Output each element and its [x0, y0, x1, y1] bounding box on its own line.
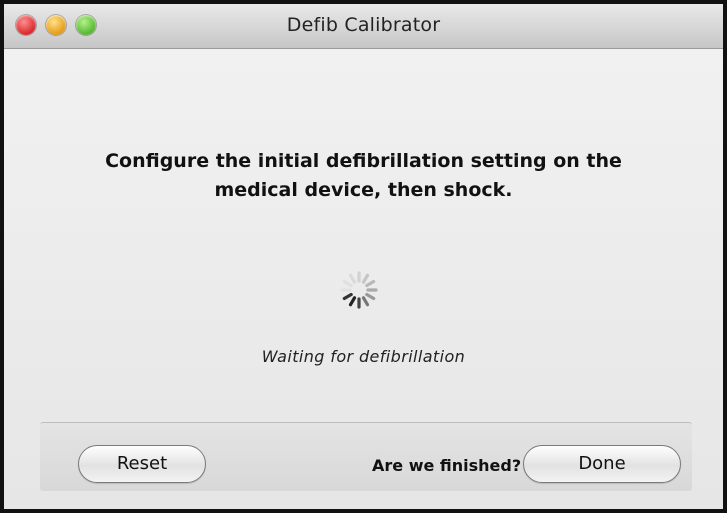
window-title: Defib Calibrator: [286, 14, 441, 36]
spinner-spoke: [365, 292, 376, 301]
spinner-spoke: [361, 273, 370, 284]
spinner-spoke: [342, 279, 353, 288]
spinner-spoke: [348, 273, 357, 284]
reset-button[interactable]: Reset: [78, 445, 206, 483]
done-button[interactable]: Done: [523, 445, 681, 483]
button-bar: Reset Are we finished? Done: [40, 422, 692, 491]
spinner-spoke: [342, 292, 353, 301]
loading-spinner-icon: [340, 271, 378, 309]
instruction-line-1: Configure the initial defibrillation set…: [105, 150, 622, 172]
instruction-text: Configure the initial defibrillation set…: [44, 147, 683, 205]
instruction-line-2: medical device, then shock.: [214, 179, 513, 201]
spinner-spoke: [348, 296, 357, 307]
app-window: Defib Calibrator Configure the initial d…: [0, 0, 727, 513]
spinner-spoke: [365, 279, 376, 288]
spinner-spoke: [361, 296, 370, 307]
title-bar[interactable]: Defib Calibrator: [4, 4, 723, 49]
finished-prompt: Are we finished?: [372, 456, 522, 475]
status-text: Waiting for defibrillation: [261, 347, 466, 366]
